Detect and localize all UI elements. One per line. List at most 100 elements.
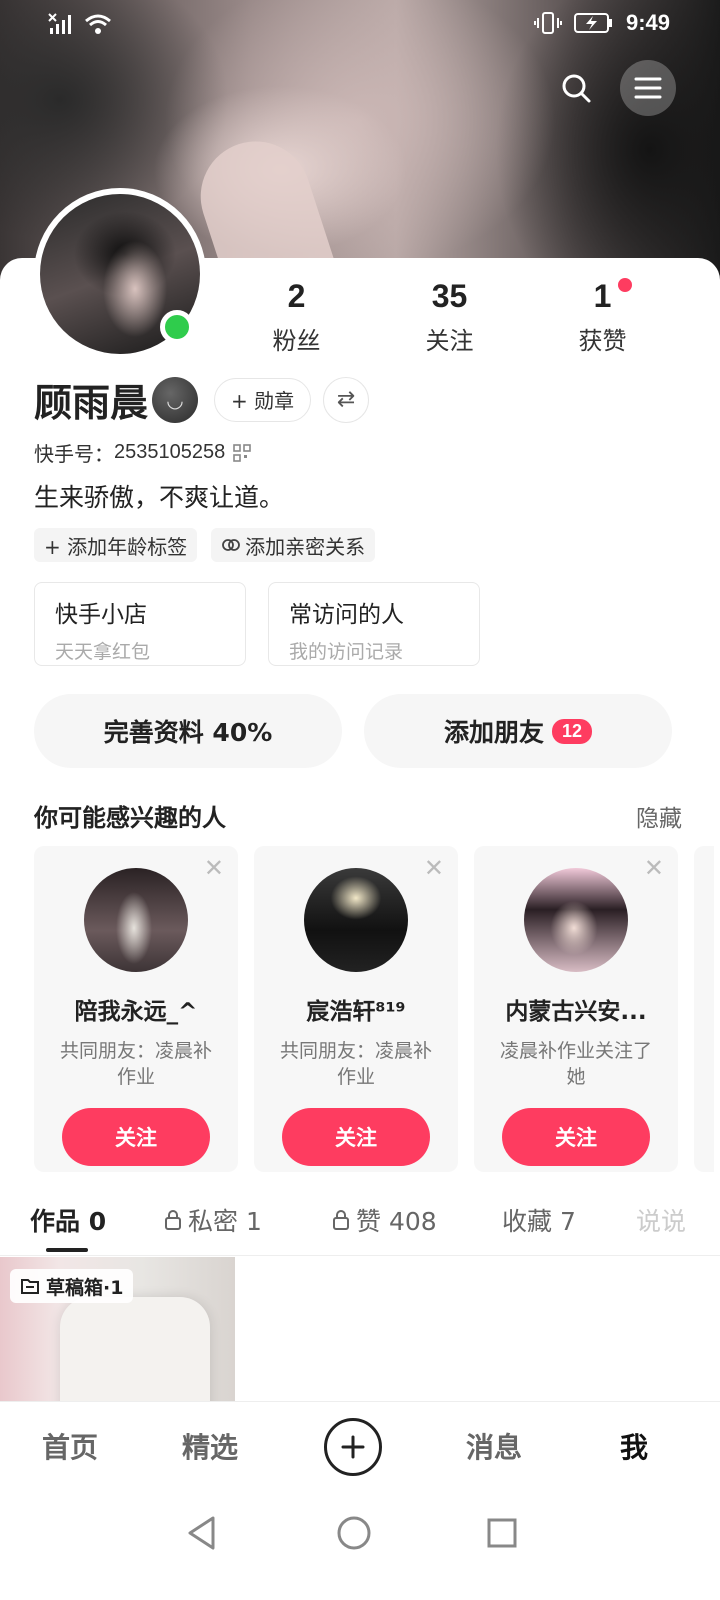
tab-posts[interactable]: 说说 <box>636 1202 686 1238</box>
kuaishou-shop-card[interactable]: 快手小店 天天拿红包 <box>34 582 246 666</box>
close-icon[interactable]: ✕ <box>644 854 664 882</box>
profile-name: 顾雨晨 <box>34 381 149 425</box>
menu-icon <box>634 77 662 99</box>
recent-apps-icon[interactable] <box>482 1513 522 1553</box>
frequent-visitors-card[interactable]: 常访问的人 我的访问记录 <box>268 582 480 666</box>
kuaishou-id-value: 2535105258 <box>114 441 226 463</box>
status-time: 9:49 <box>625 10 670 35</box>
draft-box-thumbnail[interactable]: 草稿箱·1 <box>0 1257 235 1401</box>
content-tabs: 作品 0 私密 1 赞 408 收藏 7 说说 <box>0 1196 720 1256</box>
profile-tags: + 添加年龄标签 添加亲密关系 <box>34 528 376 562</box>
tab-label: 作品 0 <box>30 1207 107 1236</box>
suggestion-avatar <box>304 868 408 972</box>
tab-likes[interactable]: 赞 408 <box>332 1202 437 1238</box>
nav-home[interactable]: 首页 <box>42 1426 98 1466</box>
card-title: 快手小店 <box>55 602 147 628</box>
nav-messages[interactable]: 消息 <box>466 1426 522 1466</box>
suggestions-title: 你可能感兴趣的人 <box>34 804 226 832</box>
follow-button[interactable]: 关注 <box>62 1108 210 1166</box>
hide-suggestions-button[interactable]: 隐藏 <box>636 799 682 833</box>
home-icon[interactable] <box>334 1513 374 1553</box>
profile-shortcut-cards: 快手小店 天天拿红包 常访问的人 我的访问记录 <box>34 582 480 666</box>
stat-fans[interactable]: 2 粉丝 <box>220 278 373 356</box>
lock-icon <box>165 1210 181 1230</box>
stat-following[interactable]: 35 关注 <box>373 278 526 356</box>
system-navigation-bar <box>0 1493 720 1600</box>
notification-dot <box>618 278 632 292</box>
switch-account-icon[interactable]: ⇄ <box>323 376 370 423</box>
stat-value: 35 <box>431 278 468 314</box>
add-friends-label: 添加朋友 <box>443 718 544 747</box>
follow-button[interactable]: 关注 <box>282 1108 430 1166</box>
back-icon[interactable] <box>182 1513 222 1553</box>
suggestion-card-peek <box>694 846 714 1172</box>
suggestion-desc: 共同朋友：凌晨补作业 <box>59 1040 212 1088</box>
smiling-face-icon: ◡ <box>152 376 199 423</box>
suggestion-name: 陪我永远_^ <box>74 999 198 1025</box>
card-title: 常访问的人 <box>289 602 404 628</box>
complete-profile-button[interactable]: 完善资料 40% <box>34 694 342 768</box>
add-relationship-button[interactable]: 添加亲密关系 <box>211 528 376 562</box>
wifi-icon <box>85 14 111 34</box>
suggestion-card[interactable]: ✕ 内蒙古兴安... 凌晨补作业关注了她 关注 <box>474 846 678 1172</box>
stat-label: 获赞 <box>578 327 627 355</box>
suggestion-avatar <box>84 868 188 972</box>
plus-icon <box>341 1435 365 1459</box>
no-sim-signal-icon <box>48 13 71 34</box>
suggestion-desc: 共同朋友：凌晨补作业 <box>279 1040 432 1088</box>
close-icon[interactable]: ✕ <box>424 854 444 882</box>
qr-code-icon <box>233 443 252 462</box>
suggestion-card[interactable]: ✕ 陪我永远_^ 共同朋友：凌晨补作业 关注 <box>34 846 238 1172</box>
menu-button[interactable] <box>620 60 676 116</box>
tab-works[interactable]: 作品 0 <box>30 1202 106 1238</box>
status-bar: 9:49 <box>0 0 720 48</box>
vibrate-icon <box>533 12 562 34</box>
suggestion-card[interactable]: ✕ 宸浩轩⁸¹⁹ 共同朋友：凌晨补作业 关注 <box>254 846 458 1172</box>
follow-button[interactable]: 关注 <box>502 1108 650 1166</box>
friend-request-count-badge: 12 <box>551 718 593 744</box>
link-icon <box>222 539 241 551</box>
profile-actions: 完善资料 40% 添加朋友 12 <box>34 694 672 768</box>
tab-label: 说说 <box>636 1207 687 1236</box>
create-post-button[interactable] <box>324 1418 382 1476</box>
stat-label: 关注 <box>425 327 474 355</box>
add-badge-button[interactable]: + 勋章 <box>214 377 312 422</box>
kuaishou-id[interactable]: 快手号： 2535105258 <box>34 438 252 467</box>
online-status-dot <box>160 310 194 344</box>
name-row: 顾雨晨 ◡ + 勋章 ⇄ <box>34 372 370 427</box>
tab-label: 赞 408 <box>356 1207 437 1236</box>
tab-private[interactable]: 私密 1 <box>164 1202 262 1238</box>
lock-icon <box>333 1210 349 1230</box>
close-icon[interactable]: ✕ <box>204 854 224 882</box>
nav-featured[interactable]: 精选 <box>182 1426 238 1466</box>
tab-favorites[interactable]: 收藏 7 <box>502 1202 576 1238</box>
bottom-navigation: 首页 精选 消息 我 <box>0 1401 720 1493</box>
add-age-tag-button[interactable]: + 添加年龄标签 <box>34 528 198 562</box>
suggestion-name: 内蒙古兴安... <box>505 999 647 1025</box>
suggestion-list: ✕ 陪我永远_^ 共同朋友：凌晨补作业 关注 ✕ 宸浩轩⁸¹⁹ 共同朋友：凌晨补… <box>34 846 714 1172</box>
complete-profile-label: 完善资料 40% <box>103 718 273 747</box>
kuaishou-id-label: 快手号： <box>34 442 114 466</box>
add-relationship-label: 添加亲密关系 <box>245 534 366 559</box>
card-subtitle: 天天拿红包 <box>55 641 151 663</box>
profile-bio[interactable]: 生来骄傲，不爽让道。 <box>34 478 284 514</box>
search-button[interactable] <box>548 60 604 116</box>
suggestion-avatar <box>524 868 628 972</box>
stat-value: 2 <box>287 278 306 314</box>
stat-likes[interactable]: 1 获赞 <box>526 278 679 356</box>
tab-label: 私密 1 <box>188 1207 262 1236</box>
card-subtitle: 我的访问记录 <box>289 641 404 663</box>
active-tab-indicator <box>46 1248 88 1252</box>
suggestion-name: 宸浩轩⁸¹⁹ <box>306 999 406 1025</box>
thumbnail-photo-detail <box>60 1297 210 1401</box>
tab-label: 收藏 7 <box>502 1207 576 1236</box>
profile-stats: 2 粉丝 35 关注 1 获赞 <box>220 278 680 356</box>
nav-me[interactable]: 我 <box>620 1426 648 1466</box>
stat-label: 粉丝 <box>272 327 321 355</box>
folder-icon <box>21 1279 39 1294</box>
add-friends-button[interactable]: 添加朋友 12 <box>364 694 672 768</box>
draft-box-label: 草稿箱·1 <box>10 1269 134 1303</box>
battery-charging-icon <box>573 13 612 33</box>
suggestion-desc: 凌晨补作业关注了她 <box>499 1040 652 1088</box>
search-icon <box>562 74 591 103</box>
